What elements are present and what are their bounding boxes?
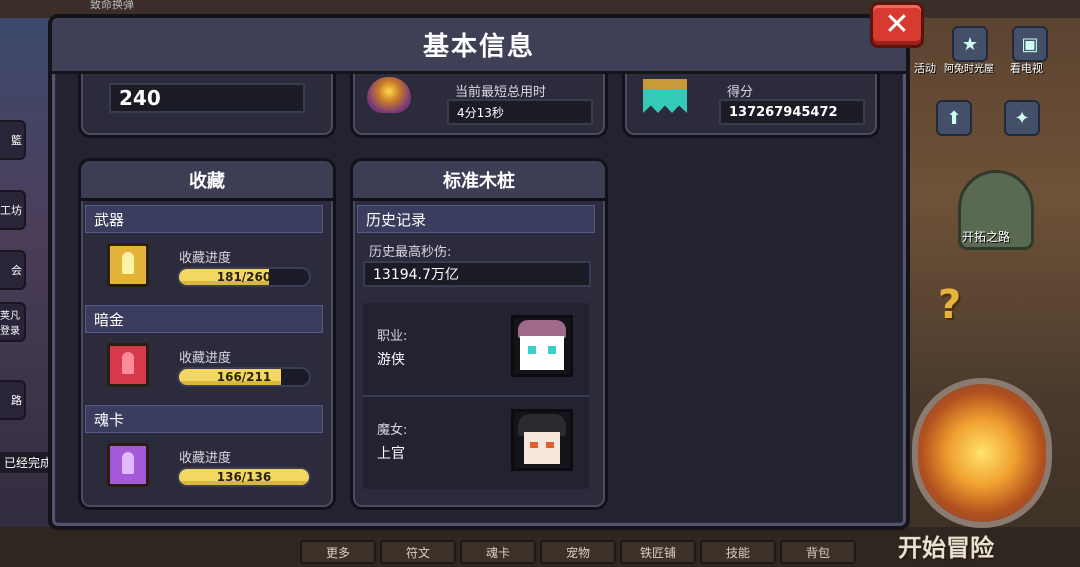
close-icon: ✕ (884, 7, 910, 42)
tv-label: 看电视 (1010, 62, 1043, 75)
left-chip-5[interactable]: 路 (0, 380, 26, 420)
dark-gold-progress-label: 收藏进度 (179, 351, 232, 366)
event-icon[interactable]: ★ (952, 26, 988, 62)
max-dps-value: 13194.7万亿 (363, 261, 591, 287)
soul-card-book-icon (107, 443, 149, 487)
tab-more[interactable]: 更多 (300, 540, 376, 564)
hero-1-role-label: 职业: (377, 329, 408, 344)
hero-2-name: 上官 (377, 446, 405, 462)
stat-card-middle: 当前最短总用时 4分13秒 (350, 74, 608, 138)
pet-icon[interactable]: ✦ (1004, 100, 1040, 136)
event-label: 活动 (914, 62, 936, 75)
collection-row-dark-gold: 暗金 (85, 305, 323, 333)
expand-road-label: 开拓之路 (962, 230, 1011, 244)
close-button[interactable]: ✕ (870, 2, 924, 48)
dark-gold-progress-bar: 166/211 (177, 367, 311, 387)
panel-content-scroll[interactable]: 240 当前最短总用时 4分13秒 得分 137267945472 收藏 武器 … (56, 74, 902, 522)
upgrade-icon[interactable]: ⬆ (936, 100, 972, 136)
hero-slot-2[interactable]: 魔女: 上官 (363, 397, 589, 489)
ranger-portrait-icon (511, 315, 573, 377)
portal-icon[interactable] (912, 378, 1052, 528)
start-adventure-label[interactable]: 开始冒险 (898, 528, 994, 563)
left-chip-3[interactable]: 会 (0, 250, 26, 290)
panel-title: 基本信息 (52, 18, 906, 74)
left-chip-2[interactable]: 工坊 (0, 190, 26, 230)
hero-slot-1[interactable]: 职业: 游侠 (363, 303, 589, 395)
tab-pets[interactable]: 宠物 (540, 540, 616, 564)
max-dps-label: 历史最高秒伤: (369, 245, 452, 260)
hero-1-name: 游侠 (377, 352, 405, 368)
time-house-label: 阿兔时光屋 (944, 64, 994, 75)
collection-card: 收藏 武器 收藏进度 181/260 暗金 收藏进度 166/211 魂卡 收藏… (78, 158, 336, 510)
tab-skills[interactable]: 技能 (700, 540, 776, 564)
stat-card-left: 240 (78, 74, 336, 138)
weapon-progress-text: 181/260 (216, 270, 272, 284)
collection-title: 收藏 (81, 161, 333, 201)
left-chip-1[interactable]: 籃 (0, 120, 26, 160)
witch-portrait-icon (511, 409, 573, 471)
left-chip-4[interactable]: 荚凡 登录 (0, 302, 26, 342)
history-record-header: 历史记录 (357, 205, 595, 233)
tab-runes[interactable]: 符文 (380, 540, 456, 564)
collection-row-soul-cards: 魂卡 (85, 405, 323, 433)
stat-card-right: 得分 137267945472 (622, 74, 880, 138)
top-ghost-text: 致命换弹 (90, 0, 134, 11)
training-stump-card: 标准木桩 历史记录 历史最高秒伤: 13194.7万亿 职业: 游侠 魔女: 上… (350, 158, 608, 510)
best-time-label: 当前最短总用时 (455, 85, 547, 100)
stump-title: 标准木桩 (353, 161, 605, 201)
weapon-progress-label: 收藏进度 (179, 251, 232, 266)
tab-backpack[interactable]: 背包 (780, 540, 856, 564)
soul-card-progress-bar: 136/136 (177, 467, 311, 487)
score-label: 得分 (727, 85, 754, 100)
soul-card-progress-text: 136/136 (216, 470, 272, 484)
weapon-book-icon (107, 243, 149, 287)
question-mark-icon[interactable]: ? (938, 282, 961, 328)
soul-card-progress-label: 收藏进度 (179, 451, 232, 466)
dark-gold-book-icon (107, 343, 149, 387)
tv-icon[interactable]: ▣ (1012, 26, 1048, 62)
best-time-value: 4分13秒 (447, 99, 593, 125)
banner-icon (643, 79, 687, 113)
tab-blacksmith[interactable]: 铁匠铺 (620, 540, 696, 564)
weapon-progress-bar: 181/260 (177, 267, 311, 287)
bottom-tab-bar: 更多 符文 魂卡 宠物 铁匠铺 技能 背包 (300, 540, 856, 564)
score-value: 137267945472 (719, 99, 865, 125)
dark-gold-progress-text: 166/211 (216, 370, 272, 384)
tab-soul-cards[interactable]: 魂卡 (460, 540, 536, 564)
hero-2-role-label: 魔女: (377, 423, 408, 438)
collection-row-weapons: 武器 (85, 205, 323, 233)
trophy-icon (367, 77, 411, 113)
stat-left-value: 240 (109, 83, 305, 113)
